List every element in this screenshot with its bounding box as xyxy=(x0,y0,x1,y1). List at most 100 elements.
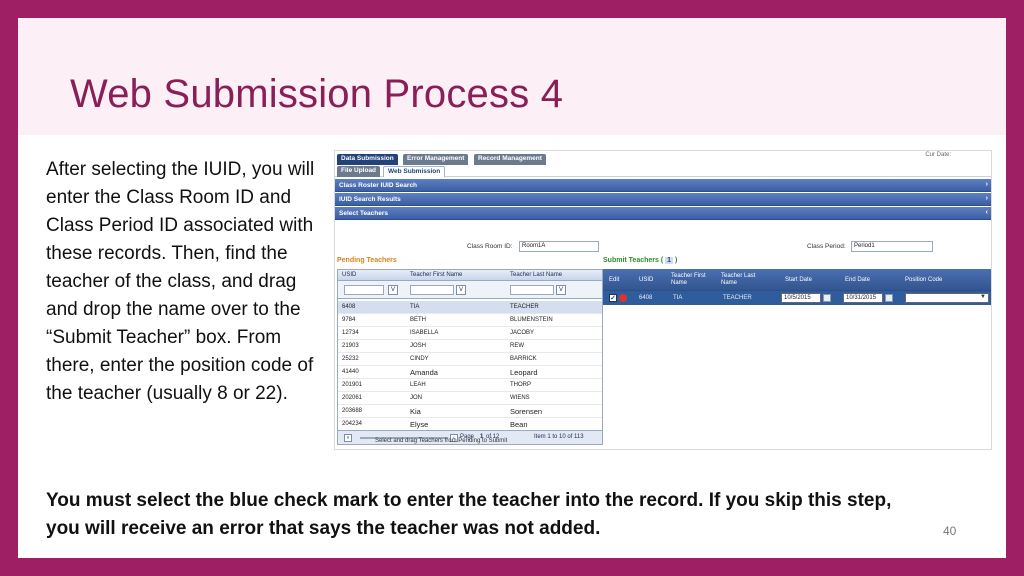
section-label: IUID Search Results xyxy=(339,196,401,203)
first-name-filter-button[interactable]: V xyxy=(456,285,466,295)
cell-usid: 201901 xyxy=(342,382,363,388)
submit-teachers-grid[interactable]: Edit USID Teacher First Name Teacher Las… xyxy=(603,269,991,445)
class-period-input[interactable]: Period1 xyxy=(851,241,933,252)
col-first-name[interactable]: Teacher First Name xyxy=(410,272,462,278)
table-row[interactable]: 202061 JON WIENS xyxy=(338,392,602,405)
cell-last-name: Leopard xyxy=(510,368,538,377)
submit-teachers-title: Submit Teachers ( 1 ) xyxy=(603,257,678,264)
cell-first-name: CINDY xyxy=(410,356,429,362)
expand-icon[interactable]: › xyxy=(986,181,988,188)
sub-tabs: File Upload Web Submission xyxy=(335,165,991,177)
cell-last-name: BLUMENSTEIN xyxy=(510,317,553,323)
table-row[interactable]: 21903 JOSH REW xyxy=(338,340,602,353)
tab-error-management[interactable]: Error Management xyxy=(403,154,469,165)
cell-last-name: WIENS xyxy=(510,395,530,401)
cell-usid: 202061 xyxy=(342,395,363,401)
cell-first-name: JOSH xyxy=(410,343,427,349)
table-row[interactable]: 41440 Amanda Leopard xyxy=(338,366,602,379)
section-iuid-search[interactable]: Class Roster IUID Search › xyxy=(335,179,991,192)
col-usid[interactable]: USID xyxy=(342,272,356,278)
section-label: Class Roster IUID Search xyxy=(339,182,418,189)
tab-web-submission[interactable]: Web Submission xyxy=(383,166,446,177)
section-select-teachers[interactable]: Select Teachers ‹ xyxy=(335,207,991,220)
expand-icon[interactable]: › xyxy=(986,195,988,202)
instructions-text: After selecting the IUID, you will enter… xyxy=(46,159,315,404)
table-row[interactable]: 12734 ISABELLA JACOBY xyxy=(338,327,602,340)
last-name-filter-button[interactable]: V xyxy=(556,285,566,295)
cell-last-name: TEACHER xyxy=(723,295,752,301)
table-row[interactable]: 25232 CINDY BARRICK xyxy=(338,353,602,366)
remove-icon[interactable] xyxy=(619,294,627,302)
cell-usid: 203688 xyxy=(342,408,363,414)
collapse-icon[interactable]: ‹ xyxy=(986,209,988,216)
col-last-name[interactable]: Teacher Last Name xyxy=(510,272,562,278)
pending-teachers-grid[interactable]: USID Teacher First Name Teacher Last Nam… xyxy=(337,269,603,445)
last-name-filter-input[interactable] xyxy=(510,285,554,295)
pending-teachers-title: Pending Teachers xyxy=(337,257,397,264)
cell-first-name: LEAH xyxy=(410,382,426,388)
chevron-down-icon[interactable]: ▼ xyxy=(980,294,986,300)
main-tabs: Data Submission Error Management Record … xyxy=(335,151,991,165)
submit-count: 1 xyxy=(665,257,674,264)
table-row[interactable]: 203688 Kia Sorensen xyxy=(338,405,602,418)
calendar-icon[interactable] xyxy=(823,294,831,302)
important-note: You must select the blue check mark to e… xyxy=(46,490,892,539)
cell-first-name: Kia xyxy=(410,407,421,416)
cell-last-name: REW xyxy=(510,343,524,349)
cell-usid: 6408 xyxy=(342,304,356,310)
class-room-label: Class Room ID: xyxy=(467,243,513,250)
cell-usid: 21903 xyxy=(342,343,359,349)
col-edit: Edit xyxy=(609,277,620,283)
grid-header: Edit USID Teacher First Name Teacher Las… xyxy=(603,269,991,291)
table-row[interactable]: 201901 LEAH THORP xyxy=(338,379,602,392)
cell-usid: 41440 xyxy=(342,369,359,375)
calendar-icon[interactable] xyxy=(885,294,893,302)
confirm-check-icon[interactable]: ✓ xyxy=(609,294,617,302)
first-page-icon[interactable]: « xyxy=(344,434,352,442)
col-position-code[interactable]: Position Code xyxy=(905,277,942,284)
cell-usid: 25232 xyxy=(342,356,359,362)
tab-data-submission[interactable]: Data Submission xyxy=(337,154,398,165)
app-screenshot: Data Submission Error Management Record … xyxy=(334,150,992,450)
position-code-select[interactable]: ▼ xyxy=(905,293,989,303)
cell-usid: 12734 xyxy=(342,330,359,336)
section-label: Select Teachers xyxy=(339,210,389,217)
cell-first-name: BETH xyxy=(410,317,427,323)
cell-last-name: Bean xyxy=(510,420,528,429)
tab-record-management[interactable]: Record Management xyxy=(474,154,546,165)
cell-last-name: THORP xyxy=(510,382,531,388)
tab-file-upload[interactable]: File Upload xyxy=(337,166,381,177)
submit-title-label: Submit Teachers xyxy=(603,257,659,264)
usid-filter-input[interactable] xyxy=(344,285,384,295)
start-date-input[interactable]: 10/5/2015 xyxy=(781,293,821,303)
class-period-label: Class Period: xyxy=(807,243,846,250)
col-end-date[interactable]: End Date xyxy=(845,277,870,284)
submit-teacher-row[interactable]: ✓ 6408 TIA TEACHER 10/5/2015 10/31/2015 … xyxy=(603,291,991,305)
class-room-input[interactable]: Room1A xyxy=(519,241,599,252)
end-date-input[interactable]: 10/31/2015 xyxy=(843,293,883,303)
cell-first-name: TIA xyxy=(673,295,683,301)
cell-last-name: TEACHER xyxy=(510,304,539,310)
col-last-name[interactable]: Teacher Last Name xyxy=(721,273,761,287)
cell-first-name: JON xyxy=(410,395,422,401)
current-date-label: Cur Date: xyxy=(925,152,951,158)
slide-title: Web Submission Process 4 xyxy=(70,72,564,116)
first-name-filter-input[interactable] xyxy=(410,285,454,295)
col-usid[interactable]: USID xyxy=(639,277,653,284)
drag-instruction: Select and drag Teachers from Pending to… xyxy=(375,438,508,444)
cell-last-name: BARRICK xyxy=(510,356,537,362)
cell-usid: 6408 xyxy=(639,295,653,301)
col-first-name[interactable]: Teacher First Name xyxy=(671,273,711,287)
slide: Web Submission Process 4 After selecting… xyxy=(18,18,1006,558)
cell-first-name: Amanda xyxy=(410,368,438,377)
grid-header: USID Teacher First Name Teacher Last Nam… xyxy=(338,270,602,281)
usid-filter-button[interactable]: V xyxy=(388,285,398,295)
item-range: Item 1 to 10 of 113 xyxy=(534,434,584,440)
cell-first-name: TIA xyxy=(410,304,420,310)
table-row[interactable]: 6408 TIA TEACHER xyxy=(338,301,602,314)
table-row[interactable]: 9784 BETH BLUMENSTEIN xyxy=(338,314,602,327)
col-start-date[interactable]: Start Date xyxy=(785,277,812,284)
cell-first-name: Elyse xyxy=(410,420,429,429)
filter-row: V V V xyxy=(338,281,602,299)
section-iuid-results[interactable]: IUID Search Results › xyxy=(335,193,991,206)
